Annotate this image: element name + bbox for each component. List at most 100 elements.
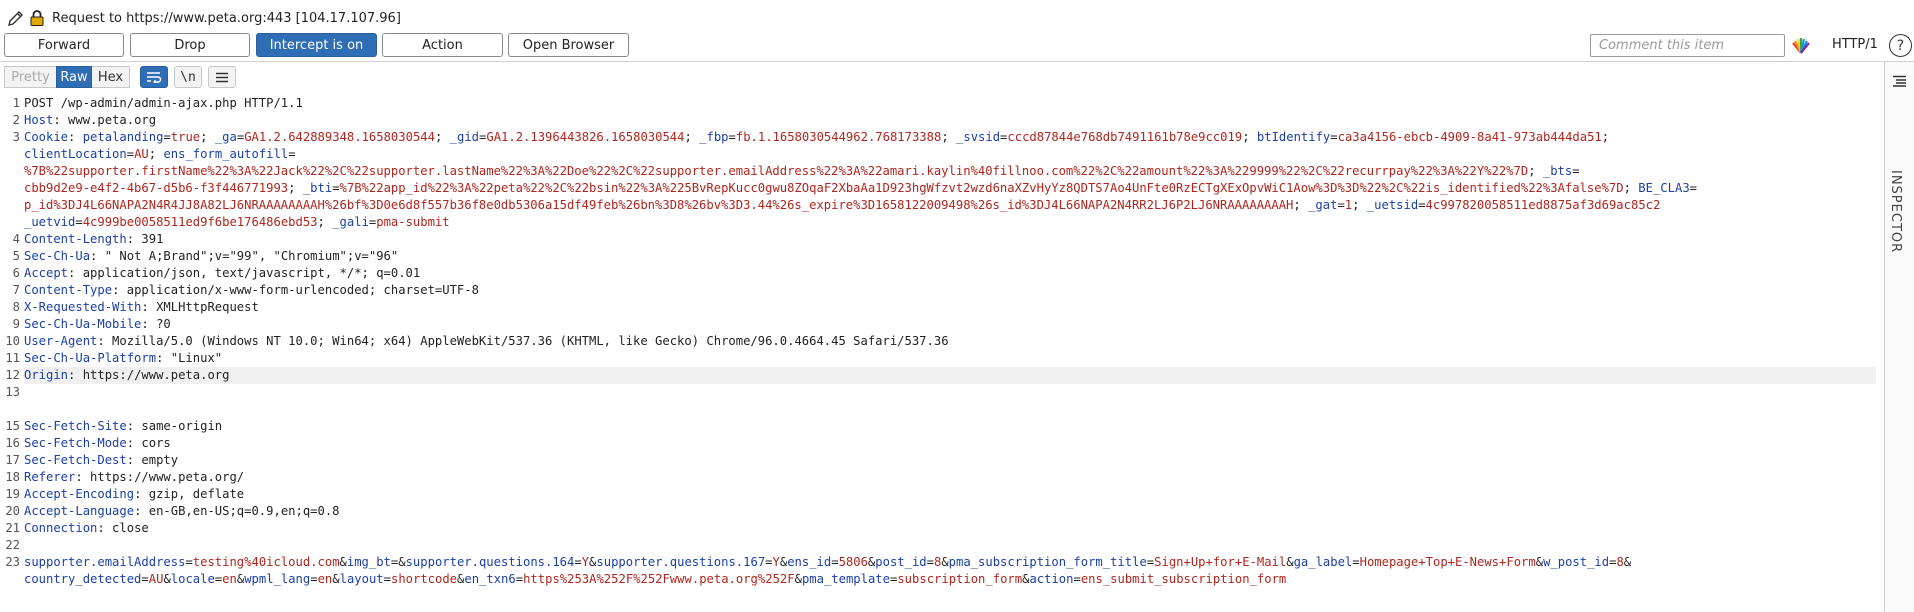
param-value: 4c997820058511ed8875af3d69ac85c2 (1425, 198, 1661, 212)
body-line-wrap: country_detected=AU&locale=en&wpml_lang=… (24, 572, 1287, 586)
header-line: Sec-Fetch-Mode: cors (24, 436, 171, 450)
line-number: 6 (12, 266, 20, 280)
param-value: 8 (1616, 555, 1624, 569)
param-name: action (1029, 572, 1074, 586)
open-browser-button[interactable]: Open Browser (508, 33, 629, 57)
param-name: _uetvid (24, 215, 76, 229)
request-editor[interactable]: 1 POST /wp-admin/admin-ajax.php HTTP/1.1… (0, 95, 1884, 612)
param-value: GA1.2.642889348.1658030544 (244, 130, 435, 144)
param-value: 5806 (838, 555, 868, 569)
param-value: AU (148, 572, 164, 586)
pencil-icon[interactable] (6, 8, 26, 28)
param-value: shortcode (390, 572, 458, 586)
inspector-toggle-icon[interactable] (1892, 75, 1907, 87)
line-number: 17 (5, 453, 20, 467)
line-number: 13 (5, 385, 20, 399)
header-line: User-Agent: Mozilla/5.0 (Windows NT 10.0… (24, 334, 949, 348)
header-line-highlighted: Origin: https://www.peta.org (24, 367, 1876, 384)
param-value: en (222, 572, 237, 586)
param-name: pma_subscription_form_title (948, 555, 1147, 569)
param-value: AU (134, 147, 149, 161)
line-number: 8 (12, 300, 20, 314)
action-button[interactable]: Action (382, 33, 503, 57)
param-name: post_id (875, 555, 927, 569)
param-name: _svsid (956, 130, 1001, 144)
param-value: ca3a4156-ebcb-4909-8a41-973ab444da51 (1337, 130, 1602, 144)
param-name: supporter.emailAddress (24, 555, 186, 569)
param-name: _uetsid (1366, 198, 1419, 212)
header-line: Content-Type: application/x-www-form-url… (24, 283, 479, 297)
param-name: pma_template (801, 572, 890, 586)
param-name: country_detected (24, 572, 142, 586)
line-number: 16 (5, 436, 20, 450)
param-name: w_post_id (1543, 555, 1610, 569)
header-line: Accept-Encoding: gzip, deflate (24, 487, 245, 501)
intercept-toggle-button[interactable]: Intercept is on (256, 33, 377, 57)
param-value: cccd87844e768db7491161b78e9cc019 (1007, 130, 1243, 144)
param-name: _ga (214, 130, 237, 144)
header-line: X-Requested-With: XMLHttpRequest (24, 300, 259, 314)
param-value: fb.1.1658030544962.768173388 (735, 130, 942, 144)
help-icon[interactable]: ? (1889, 34, 1912, 57)
highlight-color-icon[interactable] (1790, 35, 1812, 57)
param-name: clientLocation (24, 147, 127, 161)
line-number: 23 (5, 555, 20, 569)
cookie-line-wrap: %7B%22supporter.firstName%22%3A%22Jack%2… (24, 164, 1580, 178)
param-value: GA1.2.1396443826.1658030544 (486, 130, 685, 144)
param-value: Y (581, 555, 590, 569)
inspector-panel[interactable]: INSPECTOR (1885, 62, 1914, 612)
request-title: Request to https://www.peta.org:443 [104… (52, 10, 401, 26)
param-name: _gat (1308, 198, 1338, 212)
lock-icon (30, 10, 44, 26)
param-name: _gid (449, 130, 480, 144)
param-name: supporter.questions.164 (405, 555, 575, 569)
http-version-selector[interactable]: HTTP/1 (1832, 37, 1878, 52)
param-name: _bts (1542, 164, 1573, 178)
param-value: Sign+Up+for+E-Mail (1154, 555, 1287, 569)
line-number: 18 (5, 470, 20, 484)
line-number: 3 (12, 130, 20, 144)
param-value: 4c999be0058511ed9f6be176486ebd53 (82, 215, 318, 229)
line-number: 21 (5, 521, 20, 535)
show-newlines-button[interactable]: \n (174, 66, 202, 88)
param-name: btIdentify (1256, 130, 1331, 144)
forward-button[interactable]: Forward (4, 33, 124, 57)
header-line: Sec-Ch-Ua: " Not A;Brand";v="99", "Chrom… (24, 249, 399, 263)
line-number: 10 (5, 334, 20, 348)
comment-input[interactable] (1590, 34, 1785, 57)
line-number: 15 (5, 419, 20, 433)
param-value: https%253A%252F%252Fwww.peta.org%252F (523, 572, 795, 586)
param-value: 1 (1344, 198, 1353, 212)
param-name: ens_id (787, 555, 832, 569)
line-number: 11 (5, 351, 20, 365)
inspector-label[interactable]: INSPECTOR (1888, 170, 1903, 253)
line-number: 19 (5, 487, 20, 501)
param-value: en (317, 572, 333, 586)
line-number: 4 (12, 232, 20, 246)
param-name: ens_form_autofill (163, 147, 289, 161)
header-line: Content-Length: 391 (24, 232, 164, 246)
body-line: supporter.emailAddress=testing%40icloud.… (24, 555, 1632, 569)
param-value: subscription_form (897, 572, 1023, 586)
line-number: 1 (12, 96, 20, 110)
line-number: 5 (12, 249, 20, 263)
header-line: Sec-Ch-Ua-Platform: "Linux" (24, 351, 223, 365)
line-number: 7 (12, 283, 20, 297)
cookie-line: Cookie: petalanding=true; _ga=GA1.2.6428… (24, 130, 1617, 144)
header-line: Sec-Fetch-Dest: empty (24, 453, 179, 467)
header-line: Host: www.peta.org (24, 113, 157, 127)
menu-icon[interactable] (208, 66, 236, 88)
param-value: cbb9d2e9-e4f2-4b67-d5b6-f3f446771993 (24, 181, 289, 195)
toolbar-divider (0, 61, 1914, 62)
hex-tab[interactable]: Hex (92, 66, 130, 88)
header-line: Accept-Language: en-GB,en-US;q=0.9,en;q=… (24, 504, 340, 518)
drop-button[interactable]: Drop (130, 33, 250, 57)
raw-tab[interactable]: Raw (56, 66, 92, 88)
param-name: BE_CLA3 (1638, 181, 1690, 195)
header-line: Sec-Fetch-Site: same-origin (24, 419, 223, 433)
wrap-lines-icon[interactable] (140, 66, 168, 88)
param-value: testing%40icloud.com (192, 555, 340, 569)
line-number: 22 (5, 538, 20, 552)
line-number: 12 (5, 368, 20, 382)
pretty-tab[interactable]: Pretty (4, 66, 56, 88)
